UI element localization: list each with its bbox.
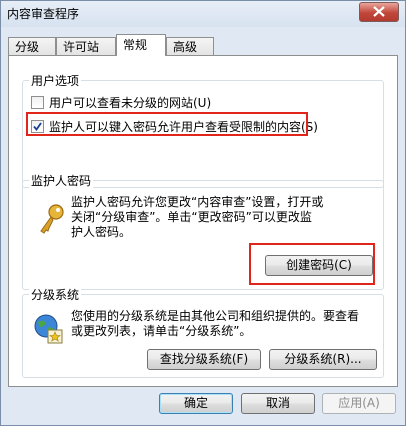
- tab-general[interactable]: 常规: [116, 34, 166, 56]
- tab-approved-sites[interactable]: 许可站点: [56, 37, 116, 72]
- close-button[interactable]: [359, 2, 399, 22]
- title-bar: 内容审查程序: [1, 1, 405, 27]
- rating-systems-button[interactable]: 分级系统(R)...: [269, 349, 377, 370]
- supervisor-password-description: 监护人密码允许您更改“内容审查”设置，打开或 关闭“分级审查”。单击“更改密码”…: [71, 195, 371, 240]
- window-title: 内容审查程序: [7, 7, 80, 21]
- red-highlight-box: [26, 112, 308, 136]
- supervisor-password-legend: 监护人密码: [29, 172, 94, 189]
- supervisor-desc-line3: 护人密码。: [71, 225, 132, 239]
- rating-systems-description: 您使用的分级系统是由其他公司和组织提供的。要查看 或更改列表，请单击“分级系统”…: [71, 309, 379, 339]
- red-highlight-box-2: [249, 243, 375, 285]
- user-options-legend: 用户选项: [29, 72, 82, 89]
- general-tab-panel: 用户选项 用户可以查看未分级的网站(U) 监护人可以键入密码允许用户查看受限制的…: [8, 55, 398, 387]
- content-advisor-dialog: 内容审查程序 分级 许可站点 常规 高级 用户选项 用户可以查看未分级的网站(U…: [0, 0, 406, 426]
- close-icon: [373, 6, 385, 17]
- allow-unrated-checkbox[interactable]: [31, 96, 44, 109]
- dialog-client: 分级 许可站点 常规 高级 用户选项 用户可以查看未分级的网站(U) 监护人: [8, 31, 398, 387]
- globe-certificate-icon: [34, 314, 63, 344]
- key-icon: [40, 204, 64, 234]
- allow-unrated-option[interactable]: 用户可以查看未分级的网站(U): [31, 95, 331, 111]
- allow-unrated-label: 用户可以查看未分级的网站(U): [49, 96, 212, 110]
- find-rating-systems-button[interactable]: 查找分级系统(F): [147, 349, 261, 370]
- tab-advanced[interactable]: 高级: [166, 37, 214, 55]
- rating-desc-line1: 您使用的分级系统是由其他公司和组织提供的。要查看: [71, 309, 360, 323]
- tab-ratings[interactable]: 分级: [8, 37, 56, 55]
- supervisor-desc-line1: 监护人密码允许您更改“内容审查”设置，打开或: [71, 195, 324, 209]
- supervisor-desc-line2: 关闭“分级审查”。单击“更改密码”可以更改监: [71, 210, 312, 224]
- apply-button[interactable]: 应用(A): [322, 393, 396, 414]
- rating-systems-group: 分级系统 您使用的分级系统是由其他公司和组织提供的。要查看 或更改列表，请单击“…: [22, 286, 384, 378]
- rating-desc-line2: 或更改列表，请单击“分级系统”。: [71, 324, 252, 338]
- cancel-button[interactable]: 取消: [241, 393, 315, 414]
- rating-systems-legend: 分级系统: [29, 286, 82, 303]
- ok-button[interactable]: 确定: [159, 393, 233, 414]
